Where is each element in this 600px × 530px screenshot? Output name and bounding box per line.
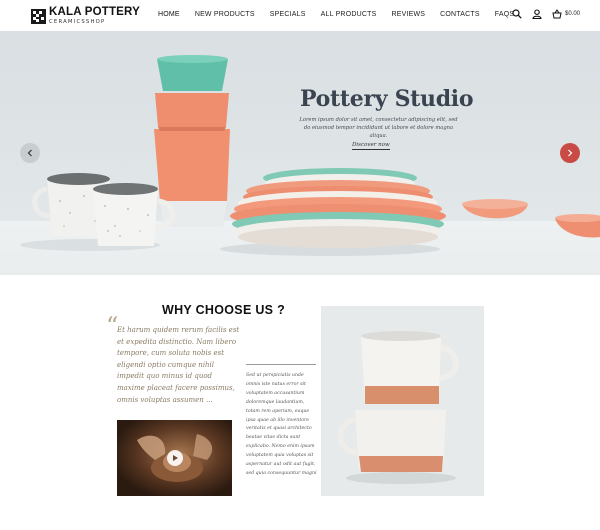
play-icon[interactable]: [171, 454, 179, 462]
chevron-right-icon: [568, 149, 573, 157]
site-header: KALA POTTERY CERAMICSSHOP HOME NEW PRODU…: [0, 0, 600, 31]
hero-slider: Pottery Studio Lorem ipsum dolor sit ame…: [0, 31, 600, 275]
discover-now-button[interactable]: Discover now: [352, 142, 390, 150]
header-tools: $0.00: [512, 9, 580, 19]
nav-home[interactable]: HOME: [158, 11, 180, 18]
why-quote-text: Et harum quidem rerum facilis est et exp…: [117, 326, 240, 404]
nav-contacts[interactable]: CONTACTS: [440, 11, 480, 18]
chevron-left-icon: [27, 149, 32, 157]
why-choose-us-title: WHY CHOOSE US ?: [162, 303, 286, 317]
nav-all-products[interactable]: ALL PRODUCTS: [321, 11, 377, 18]
hero-description: Lorem ipsum dolor sit amet, consectetur …: [299, 117, 458, 139]
video-thumbnail[interactable]: [117, 420, 232, 496]
next-slide-button[interactable]: [560, 143, 580, 163]
logo[interactable]: KALA POTTERY CERAMICSSHOP: [31, 7, 140, 25]
main-nav: HOME NEW PRODUCTS SPECIALS ALL PRODUCTS …: [158, 11, 529, 18]
search-icon[interactable]: [512, 9, 522, 19]
brand-name: KALA POTTERY: [49, 6, 140, 19]
nav-new-products[interactable]: NEW PRODUCTS: [195, 11, 255, 18]
cart-total[interactable]: $0.00: [565, 11, 580, 17]
nav-reviews[interactable]: REVIEWS: [391, 11, 425, 18]
divider: [246, 364, 316, 365]
prev-slide-button[interactable]: [20, 143, 40, 163]
logo-icon: [31, 8, 46, 24]
nav-specials[interactable]: SPECIALS: [270, 11, 306, 18]
user-icon[interactable]: [532, 9, 542, 19]
mug-stack-image: [321, 306, 484, 496]
hero-title: Pottery Studio: [300, 86, 474, 112]
hero-pottery-image: [20, 55, 600, 256]
basket-icon[interactable]: [552, 9, 562, 19]
why-description: Sed ut perspiciatis unde omnis iste natu…: [246, 373, 317, 476]
brand-tagline: CERAMICSSHOP: [49, 18, 106, 25]
